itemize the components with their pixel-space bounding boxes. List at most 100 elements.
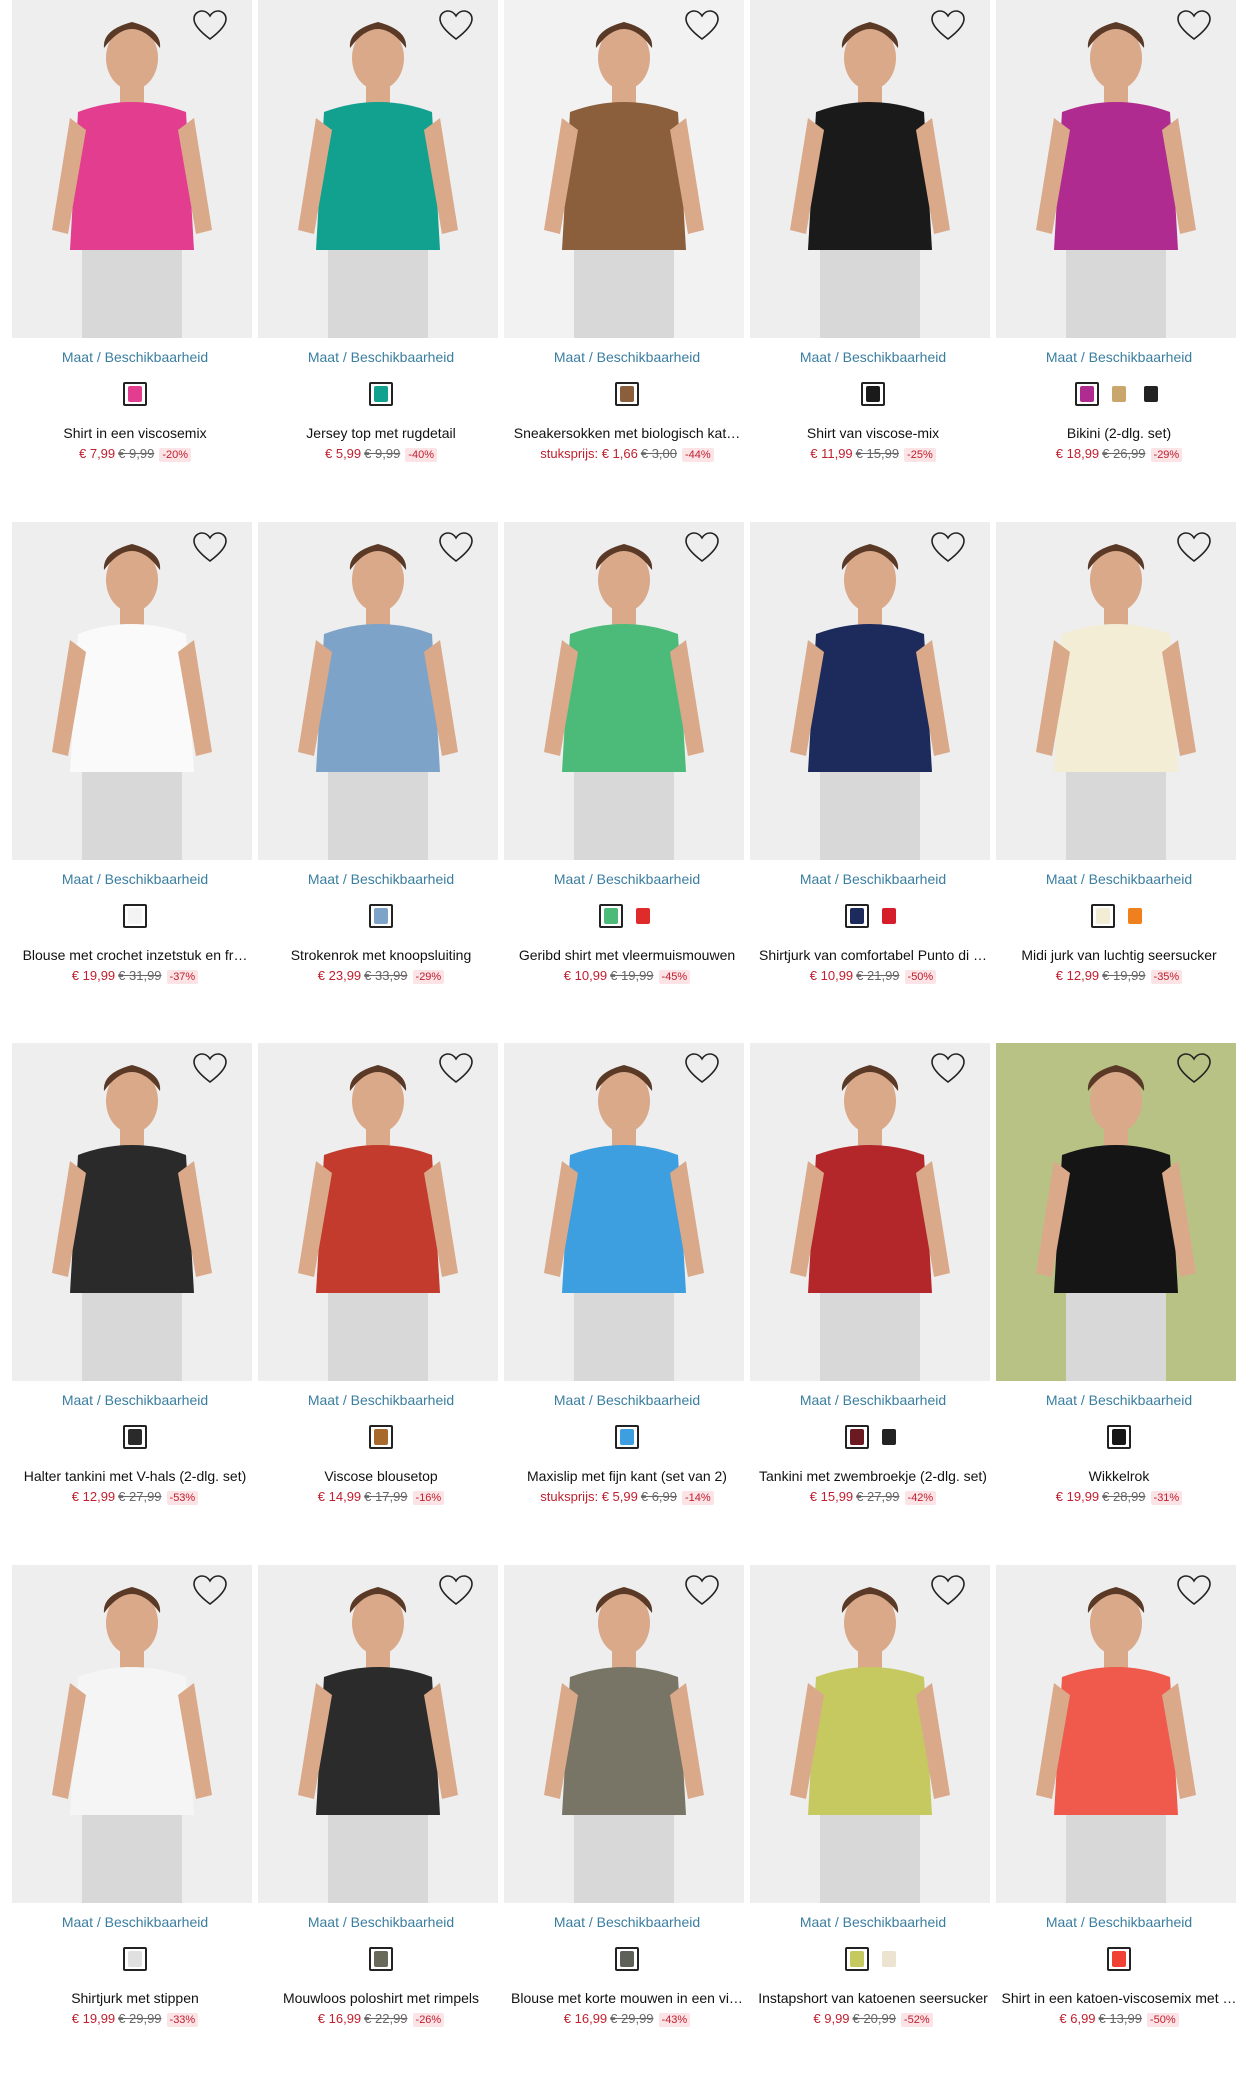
product-image[interactable] (258, 0, 498, 338)
product-image[interactable] (258, 522, 498, 860)
product-image[interactable] (504, 522, 744, 860)
product-name[interactable]: Midi jurk van luchtig seersucker (984, 947, 1250, 963)
size-availability-link[interactable]: Maat / Beschikbaarheid (0, 871, 270, 887)
product-name[interactable]: Shirt in een katoen-viscosemix met … (984, 1990, 1250, 2006)
color-swatch[interactable] (615, 382, 639, 406)
heart-outline-icon[interactable] (930, 531, 966, 565)
product-name[interactable]: Shirt van viscose-mix (738, 425, 1008, 441)
product-image[interactable] (750, 1565, 990, 1903)
product-name[interactable]: Instapshort van katoenen seersucker (738, 1990, 1008, 2006)
color-swatch[interactable] (1091, 904, 1115, 928)
heart-outline-icon[interactable] (684, 531, 720, 565)
product-image[interactable] (504, 0, 744, 338)
color-swatch[interactable] (1107, 382, 1131, 406)
heart-outline-icon[interactable] (930, 1052, 966, 1086)
color-swatch[interactable] (123, 1947, 147, 1971)
product-card[interactable]: Maat / Beschikbaarheid Shirtjurk met stip… (0, 1565, 252, 2045)
product-image[interactable] (12, 522, 252, 860)
product-image[interactable] (996, 522, 1236, 860)
heart-outline-icon[interactable] (684, 1052, 720, 1086)
heart-outline-icon[interactable] (438, 531, 474, 565)
product-name[interactable]: Jersey top met rugdetail (246, 425, 516, 441)
color-swatch[interactable] (877, 1947, 901, 1971)
product-name[interactable]: Bikini (2-dlg. set) (984, 425, 1250, 441)
product-image[interactable] (996, 1043, 1236, 1381)
color-swatch[interactable] (845, 904, 869, 928)
product-name[interactable]: Viscose blousetop (246, 1468, 516, 1484)
product-card[interactable]: Maat / Beschikbaarheid Bikini (2-dlg. set… (984, 0, 1236, 480)
heart-outline-icon[interactable] (438, 1574, 474, 1608)
color-swatch[interactable] (123, 1425, 147, 1449)
heart-outline-icon[interactable] (438, 1052, 474, 1086)
color-swatch[interactable] (877, 1425, 901, 1449)
color-swatch[interactable] (123, 382, 147, 406)
product-name[interactable]: Shirtjurk van comfortabel Punto di … (738, 947, 1008, 963)
color-swatch[interactable] (845, 1947, 869, 1971)
product-card[interactable]: Maat / Beschikbaarheid Mouwloos poloshirt… (246, 1565, 498, 2045)
size-availability-link[interactable]: Maat / Beschikbaarheid (738, 349, 1008, 365)
product-image[interactable] (504, 1043, 744, 1381)
product-card[interactable]: Maat / Beschikbaarheid Maxislip met fijn … (492, 1043, 744, 1523)
heart-outline-icon[interactable] (930, 9, 966, 43)
product-card[interactable]: Maat / Beschikbaarheid Strokenrok met kno… (246, 522, 498, 1002)
product-name[interactable]: Tankini met zwembroekje (2-dlg. set) (738, 1468, 1008, 1484)
product-card[interactable]: Maat / Beschikbaarheid Instapshort van ka… (738, 1565, 990, 2045)
color-swatch[interactable] (369, 1947, 393, 1971)
size-availability-link[interactable]: Maat / Beschikbaarheid (0, 1914, 270, 1930)
product-image[interactable] (750, 0, 990, 338)
size-availability-link[interactable]: Maat / Beschikbaarheid (246, 871, 516, 887)
product-card[interactable]: Maat / Beschikbaarheid Midi jurk van luch… (984, 522, 1236, 1002)
product-card[interactable]: Maat / Beschikbaarheid Shirtjurk van comf… (738, 522, 990, 1002)
heart-outline-icon[interactable] (1176, 9, 1212, 43)
color-swatch[interactable] (1107, 1425, 1131, 1449)
size-availability-link[interactable]: Maat / Beschikbaarheid (984, 871, 1250, 887)
color-swatch[interactable] (615, 1425, 639, 1449)
heart-outline-icon[interactable] (192, 9, 228, 43)
product-name[interactable]: Blouse met crochet inzetstuk en fr… (0, 947, 270, 963)
heart-outline-icon[interactable] (1176, 531, 1212, 565)
heart-outline-icon[interactable] (438, 9, 474, 43)
product-image[interactable] (12, 0, 252, 338)
color-swatch[interactable] (615, 1947, 639, 1971)
size-availability-link[interactable]: Maat / Beschikbaarheid (738, 1392, 1008, 1408)
color-swatch[interactable] (599, 904, 623, 928)
product-card[interactable]: Maat / Beschikbaarheid Jersey top met rug… (246, 0, 498, 480)
heart-outline-icon[interactable] (192, 531, 228, 565)
product-image[interactable] (504, 1565, 744, 1903)
size-availability-link[interactable]: Maat / Beschikbaarheid (984, 1914, 1250, 1930)
size-availability-link[interactable]: Maat / Beschikbaarheid (0, 1392, 270, 1408)
product-name[interactable]: Blouse met korte mouwen in een vi… (492, 1990, 762, 2006)
heart-outline-icon[interactable] (930, 1574, 966, 1608)
color-swatch[interactable] (845, 1425, 869, 1449)
size-availability-link[interactable]: Maat / Beschikbaarheid (492, 1914, 762, 1930)
product-card[interactable]: Maat / Beschikbaarheid Shirt in een katoe… (984, 1565, 1236, 2045)
color-swatch[interactable] (369, 1425, 393, 1449)
product-card[interactable]: Maat / Beschikbaarheid Blouse met korte m… (492, 1565, 744, 2045)
heart-outline-icon[interactable] (192, 1574, 228, 1608)
product-card[interactable]: Maat / Beschikbaarheid Tankini met zwembr… (738, 1043, 990, 1523)
size-availability-link[interactable]: Maat / Beschikbaarheid (738, 871, 1008, 887)
product-card[interactable]: Maat / Beschikbaarheid Sneakersokken met … (492, 0, 744, 480)
color-swatch[interactable] (1123, 904, 1147, 928)
color-swatch[interactable] (123, 904, 147, 928)
color-swatch[interactable] (369, 904, 393, 928)
size-availability-link[interactable]: Maat / Beschikbaarheid (492, 1392, 762, 1408)
size-availability-link[interactable]: Maat / Beschikbaarheid (246, 349, 516, 365)
size-availability-link[interactable]: Maat / Beschikbaarheid (738, 1914, 1008, 1930)
product-name[interactable]: Halter tankini met V-hals (2-dlg. set) (0, 1468, 270, 1484)
product-name[interactable]: Mouwloos poloshirt met rimpels (246, 1990, 516, 2006)
size-availability-link[interactable]: Maat / Beschikbaarheid (492, 871, 762, 887)
color-swatch[interactable] (369, 382, 393, 406)
heart-outline-icon[interactable] (1176, 1574, 1212, 1608)
heart-outline-icon[interactable] (684, 1574, 720, 1608)
color-swatch[interactable] (631, 904, 655, 928)
product-name[interactable]: Wikkelrok (984, 1468, 1250, 1484)
product-name[interactable]: Geribd shirt met vleermuismouwen (492, 947, 762, 963)
product-card[interactable]: Maat / Beschikbaarheid Wikkelrok € 19,99 € … (984, 1043, 1236, 1523)
size-availability-link[interactable]: Maat / Beschikbaarheid (984, 1392, 1250, 1408)
heart-outline-icon[interactable] (1176, 1052, 1212, 1086)
product-card[interactable]: Maat / Beschikbaarheid Shirt van viscose-… (738, 0, 990, 480)
color-swatch[interactable] (861, 382, 885, 406)
product-name[interactable]: Sneakersokken met biologisch kat… (492, 425, 762, 441)
product-name[interactable]: Shirt in een viscosemix (0, 425, 270, 441)
